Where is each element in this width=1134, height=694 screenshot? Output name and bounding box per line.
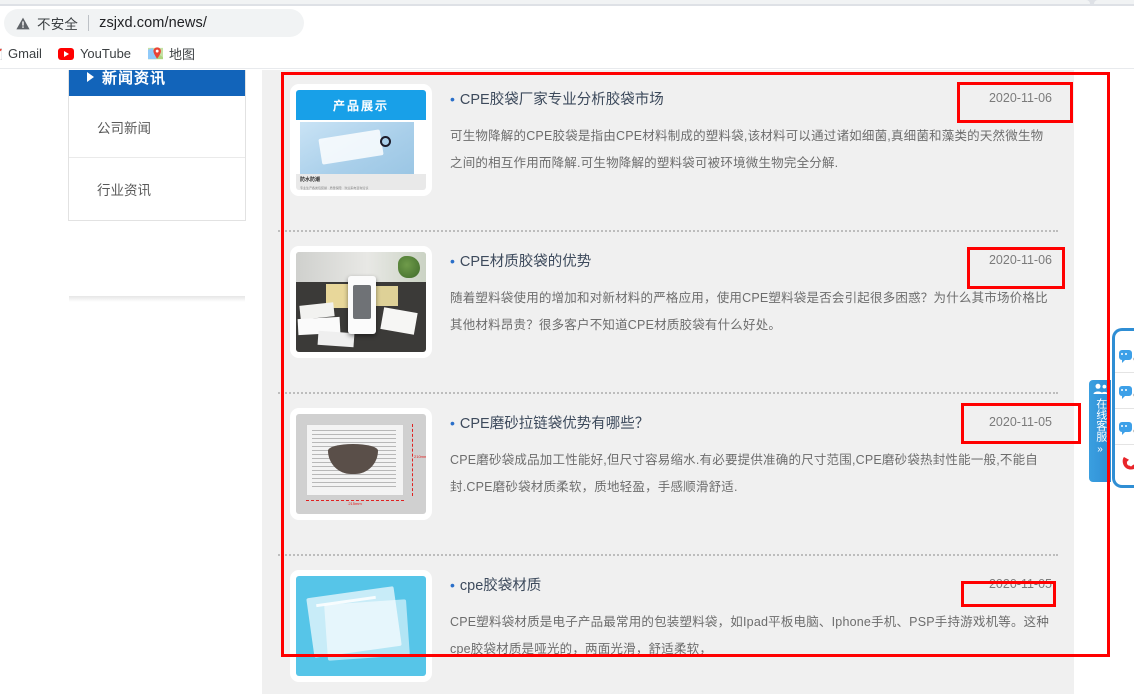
thumbnail-banner-text: 产品展示: [296, 90, 426, 120]
news-thumbnail[interactable]: [290, 570, 432, 682]
plant-decor: [398, 256, 420, 278]
news-description[interactable]: 可生物降解的CPE胶袋是指由CPE材料制成的塑料袋,该材料可以通过诸如细菌,真细…: [450, 123, 1052, 177]
ring-icon: [380, 136, 391, 147]
sidebar-item-industry-news[interactable]: 行业资讯: [69, 158, 245, 220]
thumbnail-photo: [300, 122, 414, 174]
chat-bubble-icon: [1119, 349, 1132, 363]
phone-screen: [353, 285, 371, 319]
news-date: 2020-11-05: [988, 577, 1052, 591]
bookmark-gmail[interactable]: Gmail: [0, 42, 50, 66]
double-chevron-right-icon: »: [1097, 444, 1103, 455]
bullet-icon: •: [450, 577, 455, 593]
news-list-item[interactable]: 215mm 210mm • CPE磨砂拉链袋优势有哪些？ 2020-11-05 C…: [276, 394, 1060, 554]
sidebar-bottom-shadow: [69, 296, 245, 302]
thumbnail-image-mask-ziplock: 215mm 210mm: [296, 414, 426, 514]
news-list: 产品展示 防水防潮 专业生产各类包装袋 · 质量保障 · 欢迎来电咨询洽谈 • …: [262, 70, 1074, 694]
bookmark-label: YouTube: [79, 46, 132, 61]
customer-service-qq-row[interactable]: [1115, 373, 1134, 409]
phone-box: [348, 276, 376, 334]
thumbnail-caption-main: 防水防潮: [300, 177, 321, 183]
customer-service-phone-row[interactable]: [1115, 445, 1134, 481]
sidebar-item-label: 公司新闻: [97, 120, 151, 136]
news-thumbnail[interactable]: 产品展示 防水防潮 专业生产各类包装袋 · 质量保障 · 欢迎来电咨询洽谈: [290, 84, 432, 196]
security-status-label: 不安全: [37, 17, 79, 32]
sidebar-header: 新闻资讯: [69, 70, 245, 96]
news-description[interactable]: 随着塑料袋使用的增加和对新材料的严格应用，使用CPE塑料袋是否会引起很多困惑？为…: [450, 285, 1052, 339]
page-viewport: 当前位置：新闻资讯 新闻资讯 公司新闻 行业资讯 产品展示: [0, 70, 1134, 694]
sidebar: 新闻资讯 公司新闻 行业资讯: [68, 70, 246, 221]
customer-service-panel: [1112, 328, 1134, 488]
news-title-link[interactable]: • CPE材质胶袋的优势: [450, 252, 975, 271]
news-text-block: • cpe胶袋材质 2020-11-05 CPE塑料袋材质是电子产品最常用的包装塑…: [432, 562, 1060, 694]
news-list-item[interactable]: • CPE材质胶袋的优势 2020-11-06 随着塑料袋使用的增加和对新材料的严…: [276, 232, 1060, 392]
news-title-link[interactable]: • cpe胶袋材质: [450, 576, 975, 595]
triangle-right-icon: [87, 72, 94, 82]
bullet-icon: •: [450, 91, 455, 107]
news-date: 2020-11-05: [988, 415, 1052, 429]
online-customer-service-tab[interactable]: 在线客服 »: [1089, 380, 1111, 482]
sidebar-item-label: 行业资讯: [97, 183, 151, 198]
news-text-block: • CPE胶袋厂家专业分析胶袋市场 2020-11-06 可生物降解的CPE胶袋是…: [432, 76, 1060, 230]
height-dimension-label: 210mm: [412, 424, 426, 496]
customer-service-qq-row[interactable]: [1115, 409, 1134, 445]
bookmark-label: 地图: [169, 47, 196, 62]
chat-bubble-icon: [1119, 421, 1132, 435]
news-text-block: • CPE材质胶袋的优势 2020-11-06 随着塑料袋使用的增加和对新材料的严…: [432, 238, 1060, 392]
news-description[interactable]: CPE磨砂袋成品加工性能好,但尺寸容易缩水.有必要提供准确的尺寸范围,CPE磨砂…: [450, 447, 1052, 501]
address-bar[interactable]: 不安全 zsjxd.com/news/: [4, 9, 304, 37]
customer-service-tab-label: 在线客服: [1094, 398, 1107, 442]
thumbnail-caption-sub: 专业生产各类包装袋 · 质量保障 · 欢迎来电咨询洽谈: [300, 186, 369, 190]
people-icon: [1093, 382, 1108, 395]
clear-bag: [324, 599, 410, 661]
news-title-text: cpe胶袋材质: [459, 578, 542, 594]
warning-triangle-icon[interactable]: [16, 17, 30, 30]
bullet-icon: •: [450, 253, 455, 269]
url-text: zsjxd.com/news/: [99, 15, 207, 31]
thumbnail-image-clear-bags: [296, 576, 426, 676]
news-list-item[interactable]: 产品展示 防水防潮 专业生产各类包装袋 · 质量保障 · 欢迎来电咨询洽谈 • …: [276, 70, 1060, 230]
plastic-bag-shape: [318, 129, 384, 165]
news-date: 2020-11-06: [988, 253, 1052, 267]
news-text-block: • CPE磨砂拉链袋优势有哪些？ 2020-11-05 CPE磨砂袋成品加工性能好…: [432, 400, 1060, 554]
browser-chrome: 不安全 zsjxd.com/news/ Gmail YouTube 地图: [0, 0, 1134, 70]
bookmark-youtube[interactable]: YouTube: [50, 42, 139, 66]
news-title-text: CPE胶袋厂家专业分析胶袋市场: [459, 92, 664, 108]
news-thumbnail[interactable]: 215mm 210mm: [290, 408, 432, 520]
youtube-icon: [57, 46, 74, 62]
thumbnail-image-phone-packaging: [296, 252, 426, 352]
bookmark-label: Gmail: [8, 46, 42, 61]
gmail-icon: [0, 46, 2, 62]
news-title-text: CPE材质胶袋的优势: [459, 254, 592, 270]
width-dimension-label: 215mm: [306, 500, 404, 508]
news-title-link[interactable]: • CPE磨砂拉链袋优势有哪些？: [450, 414, 975, 433]
sidebar-header-label: 新闻资讯: [102, 70, 167, 87]
news-description[interactable]: CPE塑料袋材质是电子产品最常用的包装塑料袋，如Ipad平板电脑、Iphone手…: [450, 609, 1052, 663]
phone-icon: [1122, 456, 1134, 470]
customer-service-qq-row[interactable]: [1115, 337, 1134, 373]
bullet-icon: •: [450, 415, 455, 431]
news-list-item[interactable]: • cpe胶袋材质 2020-11-05 CPE塑料袋材质是电子产品最常用的包装塑…: [276, 556, 1060, 694]
google-maps-icon: [147, 46, 163, 62]
news-title-text: CPE磨砂拉链袋优势有哪些？: [459, 416, 650, 432]
news-date: 2020-11-06: [988, 91, 1052, 105]
thumbnail-image-product-banner: 产品展示 防水防潮 专业生产各类包装袋 · 质量保障 · 欢迎来电咨询洽谈: [296, 90, 426, 190]
chat-bubble-icon: [1119, 385, 1132, 399]
news-title-link[interactable]: • CPE胶袋厂家专业分析胶袋市场: [450, 90, 975, 109]
bookmark-maps[interactable]: 地图: [139, 42, 203, 66]
page-content: 当前位置：新闻资讯 新闻资讯 公司新闻 行业资讯 产品展示: [0, 70, 1134, 694]
bookmarks-bar: Gmail YouTube 地图: [0, 38, 1134, 69]
thumbnail-caption: 防水防潮 专业生产各类包装袋 · 质量保障 · 欢迎来电咨询洽谈: [296, 174, 426, 190]
sidebar-item-company-news[interactable]: 公司新闻: [69, 96, 245, 158]
omnibox-row: 不安全 zsjxd.com/news/: [0, 6, 1134, 38]
omnibox-divider: [88, 15, 90, 31]
news-thumbnail[interactable]: [290, 246, 432, 358]
